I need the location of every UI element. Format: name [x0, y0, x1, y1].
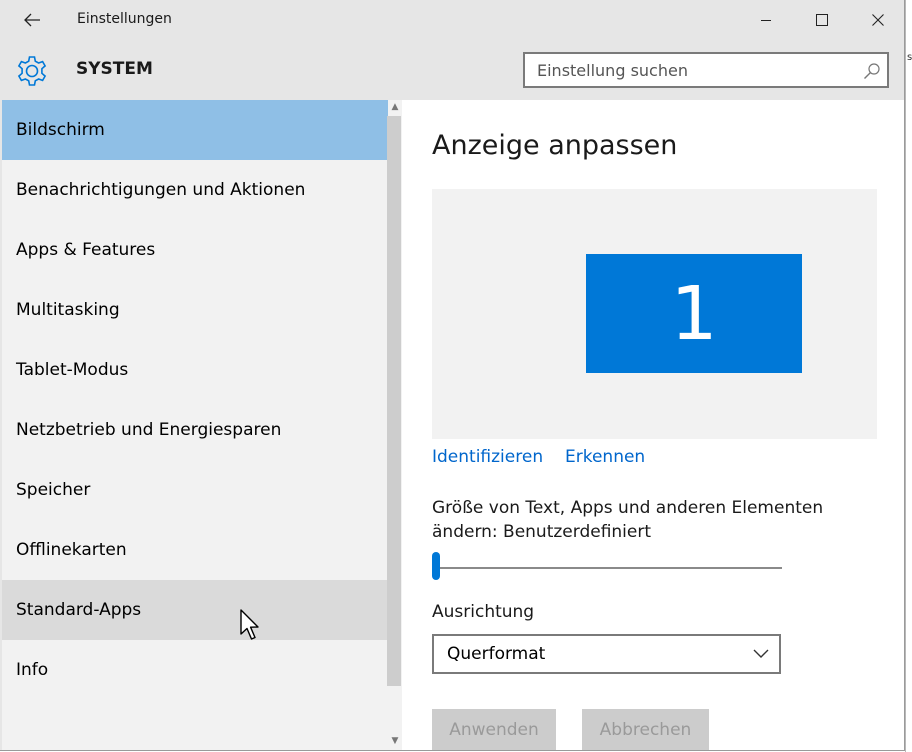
- search-icon[interactable]: [863, 62, 881, 80]
- maximize-button[interactable]: [794, 0, 850, 40]
- page-title: Anzeige anpassen: [432, 130, 678, 161]
- settings-window: Einstellungen SYSTEM Einstellung suchen …: [0, 0, 905, 751]
- display-settings-panel: Anzeige anpassen 1 Identifizieren Erkenn…: [402, 100, 904, 750]
- app-title: Einstellungen: [77, 11, 172, 27]
- chevron-down-icon: [753, 649, 769, 658]
- sidebar-item-label: Multitasking: [16, 300, 120, 320]
- settings-header: SYSTEM: [0, 40, 904, 100]
- sidebar-item-tablet-modus[interactable]: Tablet-Modus: [2, 340, 388, 400]
- monitor-tile[interactable]: 1: [586, 254, 802, 373]
- sidebar-item-bildschirm[interactable]: Bildschirm: [2, 100, 388, 160]
- sidebar-item-label: Benachrichtigungen und Aktionen: [16, 180, 306, 200]
- sidebar-item-label: Tablet-Modus: [16, 360, 129, 380]
- sidebar-item-speicher[interactable]: Speicher: [2, 460, 388, 520]
- back-arrow-icon: [24, 13, 40, 27]
- sidebar-scroll-thumb[interactable]: [387, 116, 401, 686]
- back-button[interactable]: [12, 4, 52, 36]
- scale-slider[interactable]: [432, 552, 784, 582]
- search-box[interactable]: [523, 52, 889, 88]
- scroll-down-icon[interactable]: ▼: [388, 734, 402, 748]
- display-preview: 1: [432, 189, 877, 439]
- sidebar-item-label: Speicher: [16, 480, 91, 500]
- search-input[interactable]: [537, 54, 847, 86]
- sidebar-item-label: Standard-Apps: [16, 600, 142, 620]
- background-window-edge: [905, 0, 912, 752]
- sidebar-item-label: Netzbetrieb und Energiesparen: [16, 420, 282, 440]
- minimize-button[interactable]: [738, 0, 794, 40]
- sidebar-item-label: Bildschirm: [16, 120, 105, 140]
- identify-link[interactable]: Identifizieren: [432, 447, 543, 467]
- cancel-button[interactable]: Abbrechen: [582, 709, 709, 750]
- scale-label: Größe von Text, Apps und anderen Element…: [432, 498, 824, 542]
- maximize-icon: [816, 14, 828, 26]
- sidebar-item-benachrichtigungen[interactable]: Benachrichtigungen und Aktionen: [2, 160, 388, 220]
- detect-link[interactable]: Erkennen: [565, 447, 645, 467]
- sidebar-item-apps-features[interactable]: Apps & Features: [2, 220, 388, 280]
- minimize-icon: [761, 20, 771, 21]
- section-title: SYSTEM: [76, 59, 153, 79]
- orientation-label: Ausrichtung: [432, 602, 535, 622]
- sidebar-item-info[interactable]: Info: [2, 640, 388, 700]
- close-icon: [872, 14, 884, 26]
- scroll-up-icon[interactable]: ▲: [388, 100, 402, 114]
- sidebar: Bildschirm Benachrichtigungen und Aktion…: [2, 100, 402, 750]
- mouse-cursor-icon: [240, 609, 259, 640]
- orientation-dropdown[interactable]: Querformat: [432, 634, 781, 674]
- sidebar-item-standard-apps[interactable]: Standard-Apps: [2, 580, 402, 640]
- sidebar-item-netzbetrieb[interactable]: Netzbetrieb und Energiesparen: [2, 400, 388, 460]
- apply-button[interactable]: Anwenden: [432, 709, 556, 750]
- sidebar-item-offlinekarten[interactable]: Offlinekarten: [2, 520, 388, 580]
- background-window-glyph: s: [907, 52, 912, 63]
- sidebar-item-label: Apps & Features: [16, 240, 156, 260]
- slider-track: [432, 567, 782, 569]
- title-bar: Einstellungen: [0, 0, 904, 40]
- sidebar-item-label: Offlinekarten: [16, 540, 127, 560]
- slider-thumb[interactable]: [432, 552, 440, 580]
- close-button[interactable]: [850, 0, 904, 40]
- orientation-value: Querformat: [447, 644, 546, 664]
- sidebar-item-multitasking[interactable]: Multitasking: [2, 280, 388, 340]
- sidebar-item-label: Info: [16, 660, 49, 680]
- gear-icon: [17, 56, 47, 86]
